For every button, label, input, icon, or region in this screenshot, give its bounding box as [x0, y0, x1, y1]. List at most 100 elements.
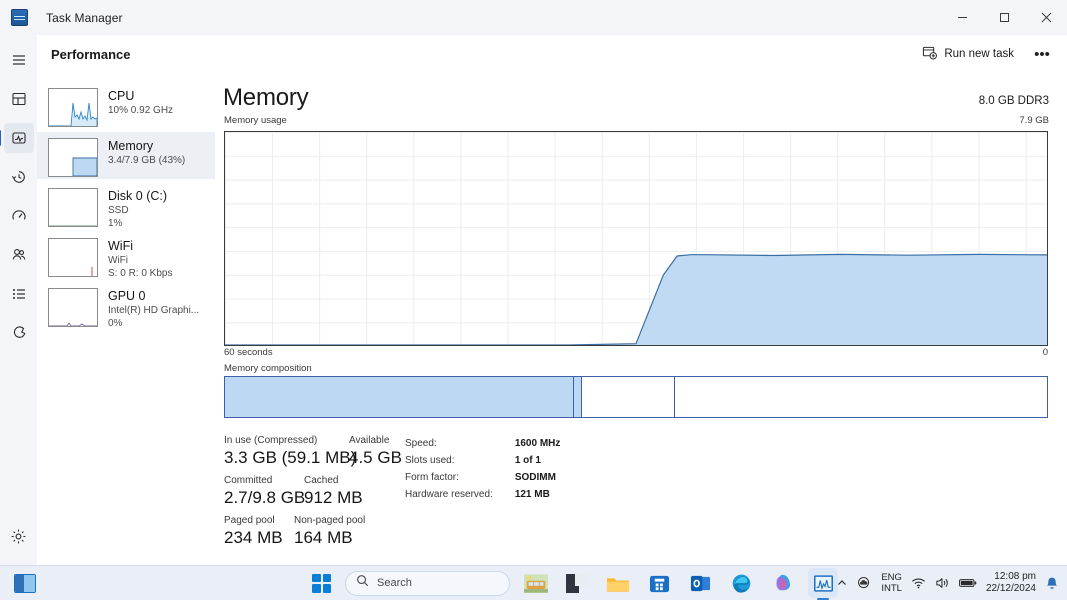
navigation-rail: [0, 35, 37, 565]
onedrive-icon[interactable]: [857, 576, 872, 590]
sidebar-item-memory[interactable]: Memory 3.4/7.9 GB (43%): [37, 132, 215, 179]
clock[interactable]: 12:08 pm 22/12/2024: [986, 571, 1036, 595]
memory-usage-graph-wrap: [224, 131, 1048, 346]
outlook-icon[interactable]: [685, 568, 715, 598]
chevron-up-icon[interactable]: [836, 577, 848, 589]
menu-icon[interactable]: [4, 45, 34, 75]
start-button-icon[interactable]: [312, 574, 331, 593]
task-manager-taskbar-icon[interactable]: [808, 568, 838, 598]
slots-used-key: Slots used:: [405, 455, 513, 470]
sidebar-item-sub: 3.4/7.9 GB (43%): [108, 154, 185, 167]
sidebar-item-label: Disk 0 (C:): [108, 189, 167, 204]
performance-detail-pane: Memory 8.0 GB DDR3 Memory usage 7.9 GB 6…: [215, 73, 1067, 565]
copilot-icon[interactable]: [767, 568, 797, 598]
sidebar-item-cpu[interactable]: CPU 10% 0.92 GHz: [37, 82, 215, 129]
run-new-task-icon: [922, 45, 937, 63]
page-title: Performance: [51, 47, 130, 62]
memory-usage-max: 7.9 GB: [1019, 115, 1049, 126]
tram-photo-icon[interactable]: [521, 568, 551, 598]
page-header: Performance Run new task •••: [37, 35, 1067, 73]
sidebar-item-disk0[interactable]: Disk 0 (C:) SSD 1%: [37, 182, 215, 229]
committed-stat: Committed 2.7/9.8 GB: [224, 474, 305, 509]
app-history-icon[interactable]: [4, 162, 34, 192]
memory-stats: In use (Compressed) 3.3 GB (59.1 MB) Ava…: [215, 434, 1067, 554]
processes-icon[interactable]: [4, 84, 34, 114]
microsoft-store-icon[interactable]: [644, 568, 674, 598]
run-new-task-button[interactable]: Run new task: [913, 39, 1023, 69]
sidebar-item-memory-text: Memory 3.4/7.9 GB (43%): [108, 138, 185, 167]
non-paged-pool-label: Non-paged pool: [294, 514, 365, 527]
wifi-sparkline: [48, 238, 98, 277]
paged-pool-label: Paged pool: [224, 514, 283, 527]
speed-value: 1600 MHz: [515, 438, 561, 453]
users-icon[interactable]: [4, 240, 34, 270]
edge-icon[interactable]: [726, 568, 756, 598]
speed-key: Speed:: [405, 438, 513, 453]
graph-axis-right-label: 0: [1043, 347, 1048, 358]
sidebar-item-sub2: 1%: [108, 217, 167, 230]
search-icon: [356, 574, 369, 592]
committed-label: Committed: [224, 474, 305, 487]
sidebar-item-sub: WiFi: [108, 254, 172, 267]
services-icon[interactable]: [4, 318, 34, 348]
language-indicator[interactable]: ENG INTL: [881, 572, 902, 594]
sidebar-item-wifi[interactable]: WiFi WiFi S: 0 R: 0 Kbps: [37, 232, 215, 279]
task-manager-window: Task Manager: [0, 0, 1067, 600]
composition-segment-free[interactable]: [675, 377, 1047, 417]
slots-used-value: 1 of 1: [515, 455, 561, 470]
sidebar-item-gpu0[interactable]: GPU 0 Intel(R) HD Graphi... 0%: [37, 282, 215, 329]
cached-value: 912 MB: [304, 487, 363, 509]
search-placeholder: Search: [377, 577, 412, 589]
composition-segment-in-use[interactable]: [225, 377, 574, 417]
startup-apps-icon[interactable]: [4, 201, 34, 231]
gpu-sparkline: [48, 288, 98, 327]
stats-row-2: Committed 2.7/9.8 GB Cached 912 MB: [224, 474, 1067, 514]
more-options-button[interactable]: •••: [1027, 41, 1057, 67]
available-label: Available: [349, 434, 402, 447]
taskbar-left-panel-icon[interactable]: [14, 574, 36, 593]
available-value: 4.5 GB: [349, 447, 402, 469]
composition-segment-standby[interactable]: [582, 377, 676, 417]
volume-icon[interactable]: [935, 576, 950, 590]
sidebar-item-disk0-text: Disk 0 (C:) SSD 1%: [108, 188, 167, 230]
memory-sparkline: [48, 138, 98, 177]
memory-title: Memory: [223, 84, 308, 112]
maximize-restore-button[interactable]: [983, 0, 1025, 35]
minimize-button[interactable]: [941, 0, 983, 35]
sidebar-item-label: WiFi: [108, 239, 172, 254]
close-button[interactable]: [1025, 0, 1067, 35]
details-icon[interactable]: [4, 279, 34, 309]
composition-segment-modified[interactable]: [574, 377, 581, 417]
cached-label: Cached: [304, 474, 363, 487]
sidebar-item-label: CPU: [108, 89, 173, 104]
file-explorer-icon[interactable]: [603, 568, 633, 598]
hardware-reserved-key: Hardware reserved:: [405, 489, 513, 504]
sidebar-item-label: GPU 0: [108, 289, 199, 304]
stats-row-3: Paged pool 234 MB Non-paged pool 164 MB: [224, 514, 1067, 554]
clock-time: 12:08 pm: [986, 571, 1036, 583]
table-row: Slots used: 1 of 1: [405, 455, 560, 470]
graph-axis-left-label: 60 seconds: [224, 347, 273, 358]
memory-usage-area-series: [225, 132, 1047, 345]
available-stat: Available 4.5 GB: [349, 434, 402, 469]
sidebar-item-label: Memory: [108, 139, 185, 154]
performance-icon[interactable]: [4, 123, 34, 153]
wifi-icon[interactable]: [911, 576, 926, 590]
in-use-value: 3.3 GB (59.1 MB): [224, 447, 356, 469]
non-paged-pool-stat: Non-paged pool 164 MB: [294, 514, 365, 549]
table-row: Hardware reserved: 121 MB: [405, 489, 560, 504]
form-factor-key: Form factor:: [405, 472, 513, 487]
in-use-stat: In use (Compressed) 3.3 GB (59.1 MB): [224, 434, 356, 469]
notifications-bell-icon[interactable]: [1045, 576, 1059, 591]
resource-list: CPU 10% 0.92 GHz Memory 3.4/7.9 GB (43%): [37, 73, 215, 565]
file-explorer-dark-icon[interactable]: [562, 568, 592, 598]
search-input[interactable]: Search: [345, 571, 510, 596]
disk-sparkline: [48, 188, 98, 227]
battery-icon[interactable]: [959, 577, 977, 589]
table-row: Speed: 1600 MHz: [405, 438, 560, 453]
settings-gear-icon[interactable]: [4, 521, 34, 551]
memory-composition-bar[interactable]: [224, 376, 1048, 418]
taskbar: Search: [0, 565, 1067, 600]
language-line2: INTL: [881, 583, 902, 594]
title-bar: Task Manager: [0, 0, 1067, 35]
